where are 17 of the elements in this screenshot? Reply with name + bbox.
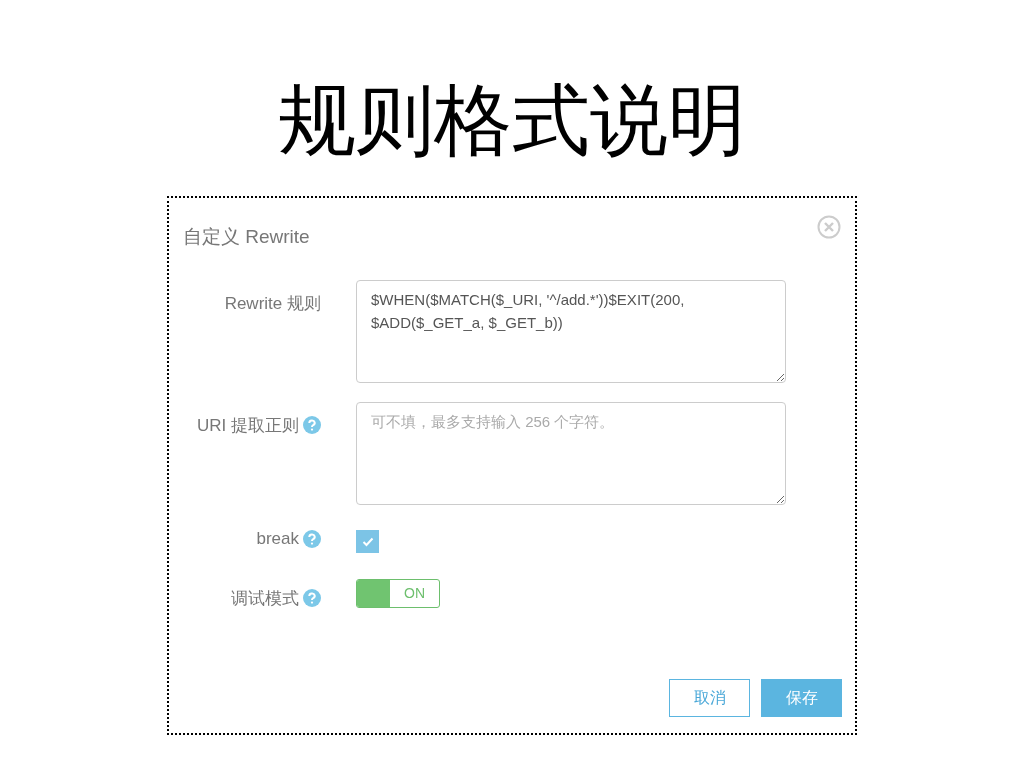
cancel-button[interactable]: 取消 <box>669 679 750 717</box>
field-label: break <box>256 529 299 549</box>
slide-title: 规则格式说明 <box>278 74 746 167</box>
text-area[interactable]: $WHEN($MATCH($_URI, '^/add.*'))$EXIT(200, $ADD($_GET_a, $_GET_b)) <box>356 280 786 383</box>
close-icon[interactable] <box>817 215 841 239</box>
check-icon <box>361 536 374 547</box>
help-icon[interactable] <box>303 416 321 434</box>
save-button[interactable]: 保存 <box>761 679 842 717</box>
toggle-switch[interactable]: ON <box>356 579 440 608</box>
checkbox[interactable] <box>356 530 379 553</box>
field-label: Rewrite 规则 <box>224 292 321 315</box>
field-label: 调试模式 <box>231 587 299 610</box>
text-area[interactable]: 可不填，最多支持输入 256 个字符。 <box>356 402 786 505</box>
help-icon[interactable] <box>303 530 321 548</box>
help-icon[interactable] <box>303 589 321 607</box>
dialog-title: 自定义 Rewrite <box>183 225 310 249</box>
field-label: URI 提取正则 <box>197 414 299 437</box>
